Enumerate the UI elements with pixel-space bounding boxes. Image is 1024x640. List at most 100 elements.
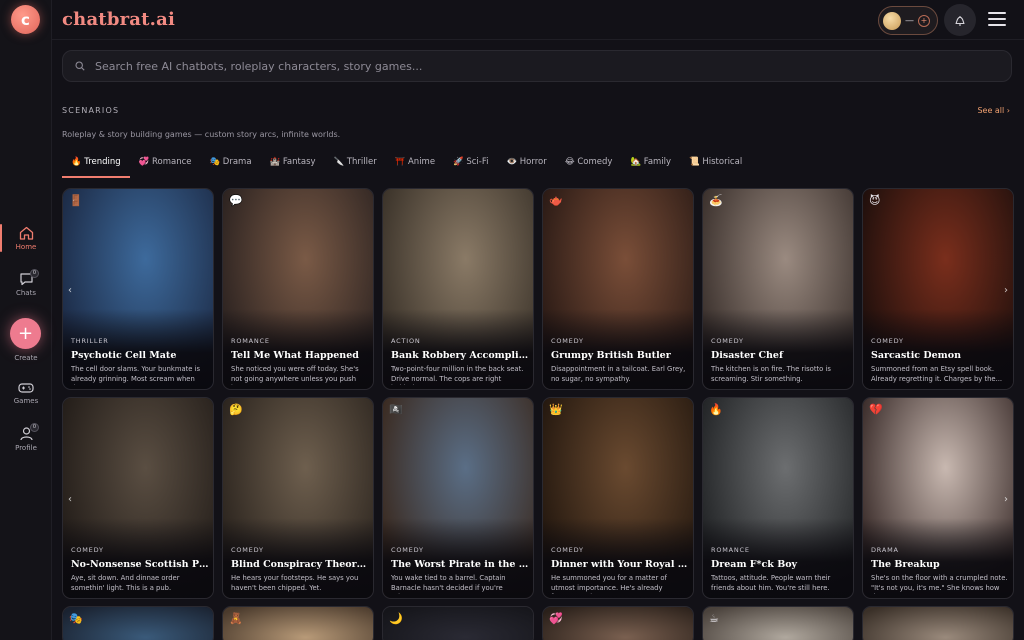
scenario-card[interactable]: 🌙 [382, 606, 534, 640]
carousel-prev-icon[interactable]: ‹ [68, 285, 72, 296]
card-desc: Disappointment in a tailcoat. Earl Grey,… [551, 365, 686, 383]
scenario-card[interactable]: 💔 › DRAMA The Breakup She's on the floor… [862, 397, 1014, 599]
carousel-next-icon[interactable]: › [1004, 285, 1008, 296]
scenario-card[interactable]: 😈 › COMEDY Sarcastic Demon Summoned from… [862, 188, 1014, 390]
section-title: SCENARIOS [62, 106, 120, 115]
card-desc: You wake tied to a barrel. Captain Barna… [391, 574, 506, 594]
card-title: Blind Conspiracy Theorist [231, 559, 369, 570]
tab-family[interactable]: 🏡 Family [621, 150, 680, 178]
add-coins-button[interactable]: + [918, 14, 930, 27]
app-logo[interactable]: c [11, 5, 40, 34]
search-bar[interactable] [62, 50, 1012, 82]
card-title: No-Nonsense Scottish Pub Ow... [71, 559, 209, 570]
coin-icon [883, 11, 901, 30]
card-genre: COMEDY [871, 337, 904, 345]
scenario-card[interactable]: 🎭 [62, 606, 214, 640]
card-title: The Breakup [871, 559, 940, 570]
scenario-card[interactable]: 🫖 COMEDY Grumpy British Butler Disappoin… [542, 188, 694, 390]
card-genre: COMEDY [71, 546, 104, 554]
create-button[interactable]: + [10, 318, 41, 349]
card-title: Bank Robbery Accomplice [391, 350, 529, 361]
card-genre: COMEDY [551, 337, 584, 345]
tab-romance[interactable]: 💞 Romance [130, 150, 201, 178]
card-genre: DRAMA [871, 546, 899, 554]
tab-sci-fi[interactable]: 🚀 Sci-Fi [444, 150, 497, 178]
card-art [863, 607, 1013, 640]
card-emoji: 🫖 [549, 194, 563, 207]
search-input[interactable] [95, 59, 975, 73]
card-genre: ROMANCE [711, 546, 750, 554]
card-emoji: 🌙 [389, 612, 403, 625]
tab-horror[interactable]: 👁️ Horror [497, 150, 555, 178]
see-all-link[interactable]: See all › [977, 106, 1010, 115]
scenario-card[interactable]: ☕ [702, 606, 854, 640]
card-emoji: 💞 [549, 612, 563, 625]
scenario-card[interactable]: ‹ COMEDY No-Nonsense Scottish Pub Ow... … [62, 397, 214, 599]
card-desc: Tattoos, attitude. People warn their fri… [711, 574, 831, 592]
card-title: Grumpy British Butler [551, 350, 671, 361]
tab-thriller[interactable]: 🔪 Thriller [325, 150, 386, 178]
card-desc: She's on the floor with a crumpled note.… [871, 574, 1008, 594]
card-desc: Aye, sit down. And dinnae order somethin… [71, 574, 180, 592]
carousel-prev-icon[interactable]: ‹ [68, 494, 72, 505]
card-emoji: 🔥 [709, 403, 723, 416]
section-subtitle: Roleplay & story building games — custom… [62, 130, 341, 139]
tab-trending[interactable]: 🔥 Trending [62, 150, 130, 178]
chats-badge: 0 [30, 269, 39, 278]
scenario-card[interactable]: 🍝 COMEDY Disaster Chef The kitchen is on… [702, 188, 854, 390]
carousel-next-icon[interactable]: › [1004, 494, 1008, 505]
notifications-button[interactable] [944, 4, 976, 36]
scenario-card[interactable]: 🤔 COMEDY Blind Conspiracy Theorist He he… [222, 397, 374, 599]
sidebar-item-label: Games [13, 397, 39, 405]
scenario-card[interactable]: 👑 COMEDY Dinner with Your Royal Highn...… [542, 397, 694, 599]
tab-drama[interactable]: 🎭 Drama [201, 150, 261, 178]
card-emoji: 🍝 [709, 194, 723, 207]
scenario-card[interactable] [862, 606, 1014, 640]
sidebar-item-label: Chats [15, 289, 36, 297]
card-desc: He summoned you for a matter of utmost i… [551, 574, 667, 594]
card-emoji: 🧸 [229, 612, 243, 625]
card-emoji: 🚪 [69, 194, 83, 207]
card-art [703, 607, 853, 640]
sidebar-item-games[interactable]: Games [0, 382, 52, 405]
sidebar-item-label: Profile [15, 444, 37, 452]
menu-button[interactable] [988, 12, 1006, 28]
card-emoji: 😈 [869, 194, 881, 207]
bell-icon [955, 15, 965, 26]
scenario-card[interactable]: 🏴‍☠️ COMEDY The Worst Pirate in the Cari… [382, 397, 534, 599]
card-title: Tell Me What Happened [231, 350, 359, 361]
card-genre: THRILLER [71, 337, 109, 345]
scenario-card[interactable]: 🔥 ROMANCE Dream F*ck Boy Tattoos, attitu… [702, 397, 854, 599]
profile-badge: 0 [30, 423, 39, 432]
card-emoji: 🎭 [69, 612, 83, 625]
card-desc: The kitchen is on fire. The risotto is s… [711, 365, 831, 383]
brand-logo[interactable]: chatbrat.ai [62, 9, 175, 30]
card-title: The Worst Pirate in the Caribb... [391, 559, 529, 570]
card-art [63, 607, 213, 640]
card-desc: He hears your footsteps. He says you hav… [231, 574, 359, 592]
tab-fantasy[interactable]: 🏰 Fantasy [261, 150, 325, 178]
tab-anime[interactable]: ⛩️ Anime [386, 150, 444, 178]
scenario-card[interactable]: 💬 ROMANCE Tell Me What Happened She noti… [222, 188, 374, 390]
card-title: Dinner with Your Royal Highn... [551, 559, 689, 570]
tab-historical[interactable]: 📜 Historical [680, 150, 751, 178]
card-title: Disaster Chef [711, 350, 784, 361]
card-emoji: 💬 [229, 194, 243, 207]
scenario-card[interactable]: ACTION Bank Robbery Accomplice Two-point… [382, 188, 534, 390]
sidebar-item-home[interactable]: Home [0, 224, 52, 252]
sidebar: c Home 0 Chats + Create Games 0 Profile [0, 0, 52, 640]
sidebar-item-profile[interactable]: 0 Profile [0, 423, 52, 452]
scenario-card[interactable]: 💞 [542, 606, 694, 640]
sidebar-item-label: Home [15, 243, 37, 251]
card-desc: She noticed you were off today. She's no… [231, 365, 359, 385]
scenario-card[interactable]: 🚪 ‹ THRILLER Psychotic Cell Mate The cel… [62, 188, 214, 390]
card-art [223, 607, 373, 640]
tab-comedy[interactable]: 😂 Comedy [556, 150, 622, 178]
coin-balance[interactable]: — + [878, 6, 938, 35]
sidebar-item-chats[interactable]: 0 Chats [0, 269, 52, 297]
card-desc: Summoned from an Etsy spell book. Alread… [871, 365, 1003, 383]
card-genre: ACTION [391, 337, 421, 345]
scenario-card[interactable]: 🧸 [222, 606, 374, 640]
coin-count: — [905, 15, 914, 26]
card-title: Psychotic Cell Mate [71, 350, 177, 361]
